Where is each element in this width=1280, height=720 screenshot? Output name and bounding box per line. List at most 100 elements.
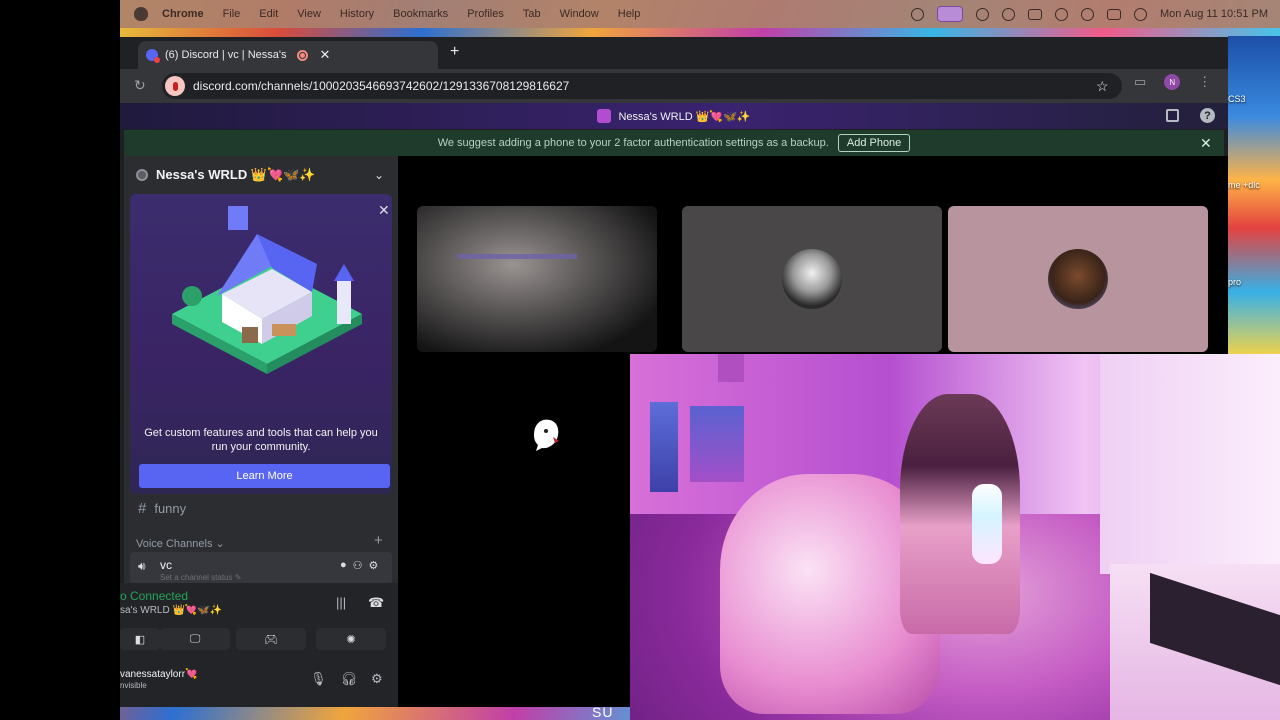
gamepad-icon: 🎮︎ bbox=[264, 633, 278, 646]
browser-toolbar: ↻ discord.com/channels/10002035466937426… bbox=[120, 69, 1228, 103]
screen-share-button[interactable]: 🖵︎ bbox=[160, 628, 230, 650]
promo-text: Get custom features and tools that can h… bbox=[144, 427, 378, 453]
chevron-down-icon[interactable]: ⌄ bbox=[374, 168, 384, 182]
menu-view[interactable]: View bbox=[297, 8, 321, 20]
video-tile-participant-2[interactable] bbox=[682, 206, 942, 352]
headphones-icon[interactable]: 🎧︎ bbox=[341, 671, 358, 687]
avatar bbox=[1048, 249, 1108, 309]
menu-app-name[interactable]: Chrome bbox=[162, 8, 204, 20]
two-factor-notice: We suggest adding a phone to your 2 fact… bbox=[124, 130, 1224, 156]
apple-logo-icon[interactable] bbox=[134, 7, 148, 21]
desktop-wallpaper-right bbox=[1228, 36, 1280, 356]
notice-close-icon[interactable]: ✕ bbox=[1200, 135, 1212, 152]
menu-file[interactable]: File bbox=[223, 8, 241, 20]
activities-button[interactable]: 🎮︎ bbox=[236, 628, 306, 650]
webcam-wall-art bbox=[718, 354, 744, 382]
avatar bbox=[782, 249, 842, 309]
gear-icon[interactable]: ⚙ bbox=[371, 671, 383, 687]
voice-connected-server[interactable]: sa's WRLD 👑💘🦋✨ bbox=[120, 605, 222, 616]
guild-header[interactable]: Nessa's WRLD 👑💘🦋✨ bbox=[124, 156, 398, 194]
channel-item-vc[interactable]: 🔊︎ vc Set a channel status ✎ ● ⚇ ⚙ bbox=[130, 552, 392, 584]
voice-category-label: Voice Channels bbox=[136, 538, 213, 550]
bookmark-star-icon[interactable]: ☆ bbox=[1096, 78, 1109, 95]
menu-window[interactable]: Window bbox=[560, 8, 599, 20]
menu-history[interactable]: History bbox=[340, 8, 374, 20]
webcam-microphone bbox=[972, 484, 1002, 564]
voice-connection-panel: o Connected sa's WRLD 👑💘🦋✨ ||| ☎ ◧ 🖵︎ 🎮︎… bbox=[120, 583, 398, 707]
webcam-overlay bbox=[630, 354, 1280, 720]
desktop-label-pro[interactable]: pro bbox=[1228, 277, 1241, 287]
webcam-wall-art bbox=[650, 402, 678, 492]
desktop-label-cs3[interactable]: CS3 bbox=[1228, 94, 1246, 104]
reload-icon[interactable]: ↻ bbox=[134, 77, 146, 94]
notice-text: We suggest adding a phone to your 2 fact… bbox=[437, 137, 829, 149]
tab-close-icon[interactable]: ✕ bbox=[320, 47, 331, 63]
webcam-person bbox=[900, 394, 1020, 634]
discord-title: Nessa's WRLD 👑💘🦋✨ bbox=[618, 110, 751, 123]
menubar-clock[interactable]: Mon Aug 11 10:51 PM bbox=[1160, 8, 1268, 20]
user-controls: 🎙︎ 🎧︎ ⚙ bbox=[310, 671, 383, 687]
video-artifact bbox=[457, 254, 577, 259]
microphone-icon[interactable]: 🎙︎ bbox=[310, 671, 327, 687]
video-tile-participant-1[interactable] bbox=[417, 206, 657, 352]
left-black-area bbox=[0, 0, 120, 720]
help-icon[interactable]: ? bbox=[1200, 108, 1215, 123]
menu-edit[interactable]: Edit bbox=[259, 8, 278, 20]
tab-title: (6) Discord | vc | Nessa's bbox=[165, 49, 287, 61]
tab-recording-icon bbox=[296, 49, 308, 61]
siri-icon[interactable] bbox=[1133, 7, 1147, 21]
desktop-label-dlc[interactable]: me +dlc bbox=[1228, 180, 1260, 190]
desktop-bottom-text: SU bbox=[592, 704, 614, 720]
record-icon[interactable] bbox=[1001, 7, 1015, 21]
vc-channel-actions: ● ⚇ ⚙ bbox=[340, 559, 378, 572]
spotlight-search-icon[interactable] bbox=[1080, 7, 1094, 21]
wifi-icon[interactable] bbox=[1054, 7, 1068, 21]
inbox-icon[interactable] bbox=[1166, 109, 1179, 122]
browser-menu-icon[interactable]: ⋮ bbox=[1198, 74, 1211, 90]
camera-button[interactable]: ◧ bbox=[120, 628, 160, 650]
add-phone-button[interactable]: Add Phone bbox=[837, 134, 911, 152]
webcam-door bbox=[1100, 354, 1280, 574]
noise-suppression-icon[interactable]: ||| bbox=[336, 595, 346, 610]
promo-close-icon[interactable]: ✕ bbox=[378, 202, 390, 219]
channel-sidebar: Nessa's WRLD 👑💘🦋✨ ⌄ ✕ Get custom feature… bbox=[120, 156, 398, 707]
address-bar[interactable]: discord.com/channels/1000203546693742602… bbox=[162, 73, 1122, 99]
focus-icon[interactable] bbox=[910, 7, 924, 21]
voice-channels-category[interactable]: Voice Channels ⌄ bbox=[136, 537, 225, 550]
video-tile-participant-3[interactable] bbox=[948, 206, 1208, 352]
ghost-icon bbox=[534, 419, 559, 451]
cast-icon[interactable]: ▭ bbox=[1134, 74, 1146, 90]
menu-profiles[interactable]: Profiles bbox=[467, 8, 504, 20]
profile-avatar[interactable]: N bbox=[1164, 74, 1181, 90]
invite-members-icon[interactable]: ⚇ bbox=[353, 559, 363, 572]
browser-tab-discord[interactable]: (6) Discord | vc | Nessa's ✕ bbox=[138, 41, 438, 69]
webcam-wall-art bbox=[690, 406, 744, 482]
server-icon bbox=[597, 109, 612, 123]
chat-bubble-icon[interactable]: ● bbox=[340, 559, 347, 572]
battery-icon[interactable] bbox=[1027, 8, 1042, 20]
screen-mirroring-icon[interactable] bbox=[936, 6, 963, 22]
menu-tab[interactable]: Tab bbox=[523, 8, 541, 20]
channel-status-prompt[interactable]: Set a channel status ✎ bbox=[160, 573, 241, 582]
soundboard-icon: ✺ bbox=[346, 633, 356, 646]
channel-name-funny: funny bbox=[154, 501, 187, 516]
username[interactable]: vanessataylorr💘 bbox=[120, 669, 197, 680]
menu-bookmarks[interactable]: Bookmarks bbox=[393, 8, 448, 20]
menu-help[interactable]: Help bbox=[618, 8, 641, 20]
voice-connected-status[interactable]: o Connected bbox=[120, 589, 188, 603]
learn-more-button[interactable]: Learn More bbox=[139, 464, 390, 488]
disconnect-icon[interactable]: ☎ bbox=[368, 595, 384, 611]
gear-icon[interactable]: ⚙ bbox=[369, 559, 379, 572]
new-tab-button[interactable]: + bbox=[450, 43, 459, 61]
server-name: Nessa's WRLD 👑💘🦋✨ bbox=[156, 167, 316, 182]
microphone-in-use-icon[interactable] bbox=[165, 76, 185, 96]
toolbar-right-icons: ▭ N ⋮ bbox=[1134, 74, 1211, 90]
channel-name-vc: vc bbox=[160, 558, 172, 572]
add-channel-icon[interactable]: + bbox=[374, 532, 383, 549]
control-center-icon[interactable] bbox=[1106, 8, 1121, 20]
community-promo-card: ✕ Get custom features and tools that can… bbox=[130, 194, 392, 494]
play-icon[interactable] bbox=[975, 7, 989, 21]
soundboard-button[interactable]: ✺ bbox=[316, 628, 386, 650]
channel-item-funny[interactable]: # funny bbox=[138, 500, 186, 517]
menubar-status-area: Mon Aug 11 10:51 PM bbox=[910, 0, 1268, 28]
